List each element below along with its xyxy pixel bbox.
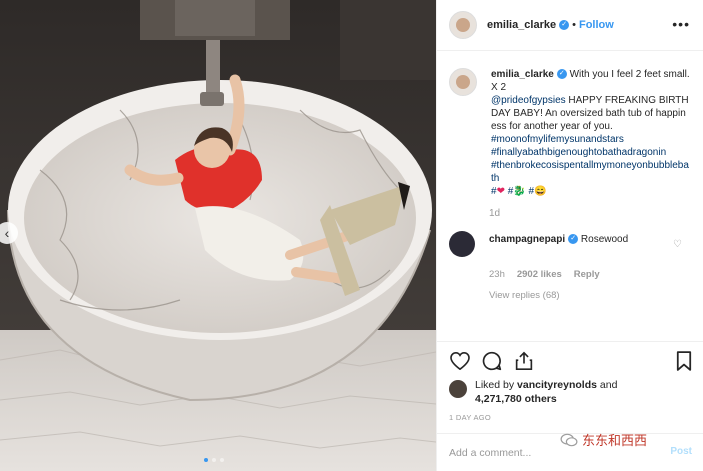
post-side-panel: emilia_clarke ✓ • Follow ••• emilia_clar… xyxy=(436,0,703,471)
carousel-dot xyxy=(220,458,224,462)
verified-badge-icon: ✓ xyxy=(559,20,570,30)
caption: emilia_clarke ✓ With you I feel 2 feet sm… xyxy=(437,50,703,198)
share-icon[interactable] xyxy=(513,350,535,372)
comment-meta: 23h 2902 likes Reply xyxy=(489,269,703,280)
watermark-text: 东东和西西 xyxy=(582,434,648,449)
likes-middle: and xyxy=(596,379,618,391)
comments-list[interactable]: emilia_clarke ✓ With you I feel 2 feet sm… xyxy=(437,50,703,341)
caption-line: X 2 xyxy=(491,82,507,93)
caption-mention-link[interactable]: @prideofgypsies xyxy=(491,95,566,106)
add-comment-input[interactable]: Add a comment... xyxy=(449,447,531,459)
view-replies-link[interactable]: View replies (68) xyxy=(489,290,703,301)
caption-hashtag-link[interactable]: #moonofmylifemysunandstars xyxy=(491,134,624,145)
carousel-dot xyxy=(212,458,216,462)
caption-text: emilia_clarke ✓ With you I feel 2 feet sm… xyxy=(491,68,691,198)
post-comment-button[interactable]: Post xyxy=(670,446,692,457)
likes-count-link[interactable]: 4,271,780 others xyxy=(475,393,557,405)
likes-text: Liked by vancityreynolds and 4,271,780 o… xyxy=(475,378,617,406)
liker-avatar[interactable] xyxy=(449,380,467,398)
bathtub-photo-illustration xyxy=(0,0,436,471)
follow-button[interactable]: Follow xyxy=(579,19,614,31)
action-bar xyxy=(437,341,703,379)
heart-emoji: ❤ xyxy=(496,186,505,197)
verified-badge-icon: ✓ xyxy=(568,234,579,245)
commenter-username[interactable]: champagnepapi xyxy=(489,234,565,245)
like-icon[interactable] xyxy=(449,350,471,372)
comment-item: champagnepapi ✓ Rosewood ♡ xyxy=(437,219,703,257)
wechat-icon xyxy=(560,433,578,446)
verified-badge-icon: ✓ xyxy=(556,69,567,80)
carousel-dot-active xyxy=(204,458,208,462)
comment-time[interactable]: 23h xyxy=(489,269,505,280)
likes-summary: Liked by vancityreynolds and 4,271,780 o… xyxy=(449,378,617,406)
likes-prefix: Liked by xyxy=(475,379,518,391)
caption-hashtag-link[interactable]: #finallyabathbigenoughtobathadragonin xyxy=(491,147,666,158)
smile-emoji: 😄 xyxy=(534,186,547,197)
more-options-icon[interactable]: ••• xyxy=(672,16,690,32)
commenter-avatar[interactable] xyxy=(449,231,475,257)
liker-username[interactable]: vancityreynolds xyxy=(517,379,597,391)
post-header: emilia_clarke ✓ • Follow ••• xyxy=(437,0,703,51)
comment-body: Rosewood xyxy=(580,234,629,245)
like-comment-icon[interactable]: ♡ xyxy=(673,239,682,250)
post-photo[interactable]: ‹ xyxy=(0,0,436,471)
separator-dot: • xyxy=(572,19,576,31)
author-username[interactable]: emilia_clarke xyxy=(487,19,556,31)
caption-line: With you I feel 2 feet small. xyxy=(569,69,690,80)
comment-text: champagnepapi ✓ Rosewood xyxy=(489,231,628,257)
caption-time[interactable]: 1d xyxy=(489,208,703,219)
post-timestamp[interactable]: 1 DAY AGO xyxy=(449,413,491,422)
comment-icon[interactable] xyxy=(481,350,503,372)
dragon-emoji: 🐉 xyxy=(513,186,526,197)
author-avatar[interactable] xyxy=(449,11,477,39)
watermark: 东东和西西 xyxy=(560,430,647,449)
reply-button[interactable]: Reply xyxy=(574,269,600,280)
caption-username[interactable]: emilia_clarke xyxy=(491,69,554,80)
caption-author-avatar[interactable] xyxy=(449,68,477,96)
carousel-indicator xyxy=(204,458,224,462)
chevron-left-icon: ‹ xyxy=(4,225,10,241)
caption-hashtag-link[interactable]: #thenbrokecosispentallmymoneyonbubblebat… xyxy=(491,160,689,184)
comment-likes[interactable]: 2902 likes xyxy=(517,269,562,280)
bookmark-icon[interactable] xyxy=(676,351,692,376)
hashtag-link[interactable]: # xyxy=(526,186,535,197)
